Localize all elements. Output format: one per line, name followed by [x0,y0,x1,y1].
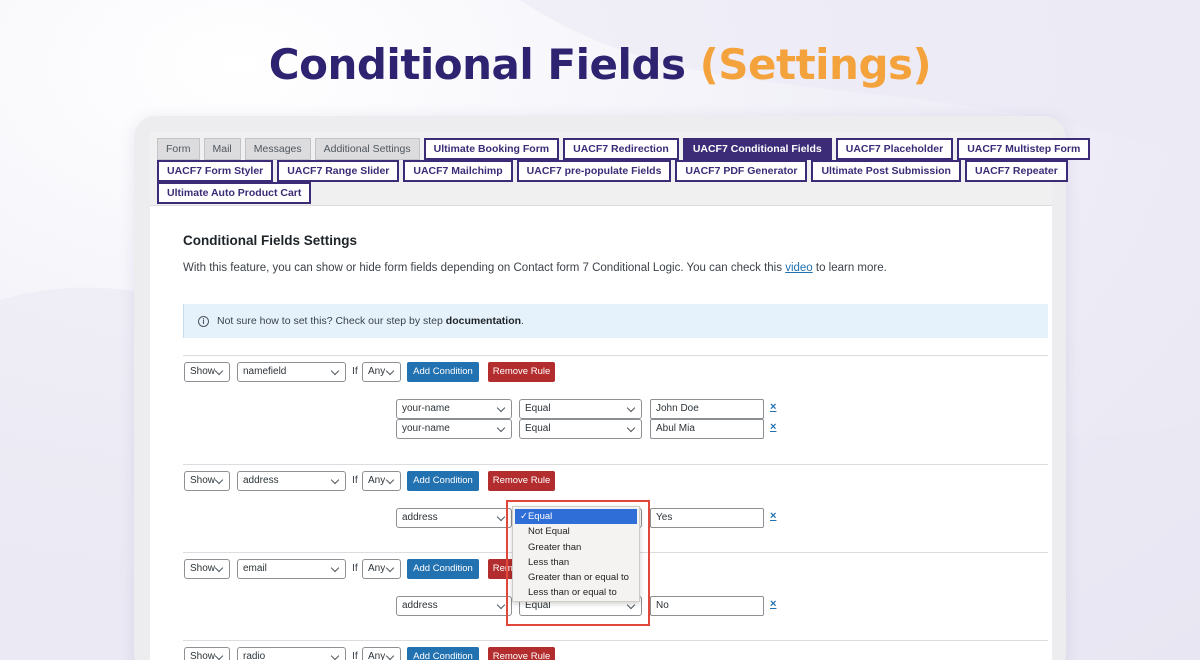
dropdown-option[interactable]: Less than or equal to [513,585,639,600]
dropdown-option[interactable]: Greater than or equal to [513,570,639,585]
dropdown-option-label: Equal [527,511,553,522]
target-field-select[interactable]: address [237,471,346,491]
add-condition-button[interactable]: Add Condition [407,559,479,579]
target-field-select[interactable]: email [237,559,346,579]
dropdown-option-label: Greater than [528,541,582,553]
remove-rule-button[interactable]: Remove Rule [488,647,555,660]
add-condition-button[interactable]: Add Condition [407,471,479,491]
add-condition-button[interactable]: Add Condition [407,647,479,660]
target-field-select[interactable]: namefield [237,362,346,382]
tab-messages[interactable]: Messages [244,138,311,160]
page-title: Conditional Fields (Settings) [0,40,1200,89]
condition-value-input[interactable]: Abul Mia [650,419,764,439]
rule-divider [183,355,1048,356]
title-main: Conditional Fields [268,40,686,89]
description-text: With this feature, you can show or hide … [183,262,786,274]
tab-ultimate-post-submission[interactable]: Ultimate Post Submission [811,160,961,182]
dropdown-option-label: Greater than or equal to [528,572,629,584]
tab-mail[interactable]: Mail [203,138,241,160]
action-select[interactable]: Show [184,647,230,660]
if-label: If [352,474,358,486]
add-condition-button[interactable]: Add Condition [407,362,479,382]
settings-description: With this feature, you can show or hide … [183,262,887,274]
check-icon: ✓ [520,511,528,522]
remove-condition-icon[interactable]: × [770,598,776,610]
tab-row-3: Ultimate Auto Product Cart [157,182,312,204]
condition-field-select[interactable]: your-name [396,399,512,419]
video-link[interactable]: video [785,262,813,274]
tab-ultimate-booking-form[interactable]: Ultimate Booking Form [423,138,560,160]
help-notice: i Not sure how to set this? Check our st… [183,304,1048,338]
remove-condition-icon[interactable]: × [770,401,776,413]
condition-value-input[interactable]: Yes [650,508,764,528]
rule-divider [183,464,1048,465]
dropdown-option-label: Less than [528,556,570,568]
dropdown-option-label: Less than or equal to [528,587,617,599]
dropdown-option[interactable]: Greater than [513,540,639,555]
remove-condition-icon[interactable]: × [770,421,776,433]
match-select[interactable]: Any [362,559,401,579]
tab-uacf7-multistep-form[interactable]: UACF7 Multistep Form [957,138,1091,160]
notice-end: . [521,315,524,327]
tab-ultimate-auto-product-cart[interactable]: Ultimate Auto Product Cart [157,182,312,204]
dropdown-option[interactable]: ✓Equal [515,509,637,525]
notice-text: Not sure how to set this? Check our step… [217,315,443,327]
action-select[interactable]: Show [184,471,230,491]
action-select[interactable]: Show [184,362,230,382]
description-text-end: to learn more. [812,262,887,274]
tab-uacf7-pdf-generator[interactable]: UACF7 PDF Generator [675,160,808,182]
remove-rule-button[interactable]: Remove Rule [488,362,555,382]
tab-uacf7-redirection[interactable]: UACF7 Redirection [563,138,679,160]
remove-rule-button[interactable]: Remove Rule [488,471,555,491]
tab-form[interactable]: Form [157,138,200,160]
tab-row-1: Form Mail Messages Additional Settings Ultim… [157,138,1091,160]
target-field-select[interactable]: radio [237,647,346,660]
condition-operator-select[interactable]: Equal [519,399,642,419]
condition-field-select[interactable]: address [396,508,512,528]
tab-uacf7-placeholder[interactable]: UACF7 Placeholder [835,138,954,160]
tab-uacf7-pre-populate-fields[interactable]: UACF7 pre-populate Fields [516,160,672,182]
info-icon: i [198,315,209,327]
tab-uacf7-repeater[interactable]: UACF7 Repeater [964,160,1068,182]
if-label: If [352,650,358,660]
action-select[interactable]: Show [184,559,230,579]
operator-dropdown-menu[interactable]: ✓Equal Not Equal Greater than Less than Grea… [512,506,640,602]
dropdown-option-label: Not Equal [528,526,570,538]
title-accent: (Settings) [699,40,932,89]
condition-value-input[interactable]: No [650,596,764,616]
condition-operator-select[interactable]: Equal [519,419,642,439]
match-select[interactable]: Any [362,471,401,491]
dropdown-option[interactable]: Less than [513,555,639,570]
match-select[interactable]: Any [362,362,401,382]
if-label: If [352,365,358,377]
remove-condition-icon[interactable]: × [770,510,776,522]
dropdown-option[interactable]: Not Equal [513,524,639,539]
rule-divider [183,640,1048,641]
tab-uacf7-range-slider[interactable]: UACF7 Range Slider [277,160,400,182]
tab-uacf7-form-styler[interactable]: UACF7 Form Styler [157,160,274,182]
match-select[interactable]: Any [362,647,401,660]
if-label: If [352,562,358,574]
tab-row-2: UACF7 Form Styler UACF7 Range Slider UACF7… [157,160,1068,182]
condition-field-select[interactable]: your-name [396,419,512,439]
tab-additional-settings[interactable]: Additional Settings [314,138,420,160]
condition-field-select[interactable]: address [396,596,512,616]
documentation-link[interactable]: documentation [446,315,521,327]
settings-heading: Conditional Fields Settings [183,233,358,248]
tab-uacf7-conditional-fields[interactable]: UACF7 Conditional Fields [682,138,832,160]
tab-uacf7-mailchimp[interactable]: UACF7 Mailchimp [403,160,513,182]
condition-value-input[interactable]: John Doe [650,399,764,419]
